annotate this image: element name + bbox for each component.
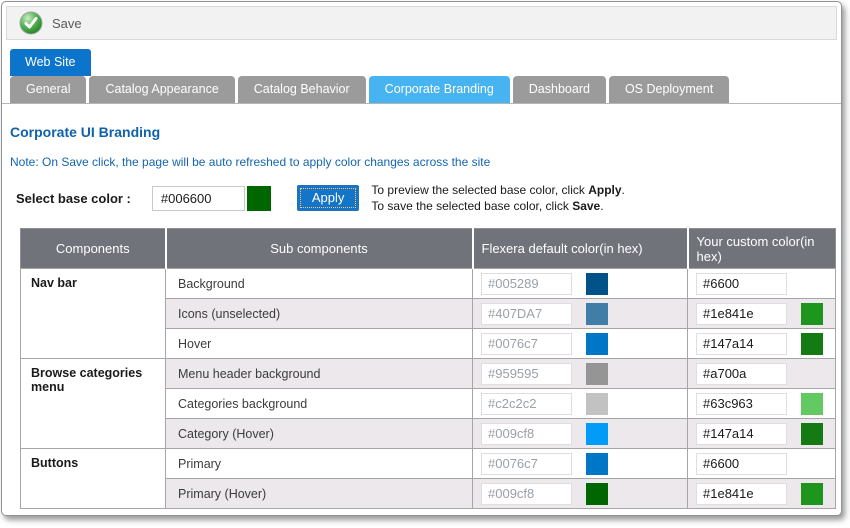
- custom-hex-input[interactable]: [696, 423, 787, 445]
- custom-hex-input[interactable]: [696, 453, 787, 475]
- subcomponent-cell: Icons (unselected): [166, 299, 473, 329]
- save-button[interactable]: Save: [19, 11, 82, 35]
- color-swatch: [586, 363, 608, 385]
- custom-color-cell: [688, 449, 836, 479]
- table-row: Browse categories menuMenu header backgr…: [21, 359, 836, 389]
- default-color-cell: [473, 479, 688, 509]
- page-title: Corporate UI Branding: [10, 124, 833, 140]
- help-line-2: To save the selected base color, click S…: [371, 198, 624, 214]
- branding-table: ComponentsSub componentsFlexera default …: [20, 228, 836, 509]
- custom-color-cell: [688, 299, 836, 329]
- color-swatch[interactable]: [801, 423, 823, 445]
- save-label: Save: [52, 16, 82, 31]
- tab-corporate-branding[interactable]: Corporate Branding: [369, 76, 510, 103]
- custom-hex-input[interactable]: [696, 393, 787, 415]
- tab-os-deployment[interactable]: OS Deployment: [609, 76, 729, 103]
- custom-hex-input[interactable]: [696, 363, 787, 385]
- table-body: Nav barBackgroundIcons (unselected)Hover…: [21, 269, 836, 509]
- subcomponent-cell: Primary (Hover): [166, 479, 473, 509]
- color-swatch[interactable]: [801, 483, 823, 505]
- table-row: ButtonsPrimary: [21, 449, 836, 479]
- corporate-branding-panel: Corporate UI Branding Note: On Save clic…: [2, 124, 841, 509]
- base-color-input[interactable]: [152, 186, 245, 211]
- default-color-cell: [473, 389, 688, 419]
- tab-bar: GeneralCatalog AppearanceCatalog Behavio…: [10, 76, 841, 103]
- default-color-cell: [473, 419, 688, 449]
- custom-color-cell: [688, 419, 836, 449]
- tab-general[interactable]: General: [10, 76, 86, 103]
- component-cell: Nav bar: [21, 269, 166, 359]
- component-cell: Browse categories menu: [21, 359, 166, 449]
- tab-bar-underline: GeneralCatalog AppearanceCatalog Behavio…: [2, 76, 841, 104]
- custom-hex-input[interactable]: [696, 483, 787, 505]
- color-swatch: [586, 273, 608, 295]
- default-color-cell: [473, 299, 688, 329]
- color-swatch: [586, 483, 608, 505]
- table-header-row: ComponentsSub componentsFlexera default …: [21, 229, 836, 269]
- default-hex-input: [481, 453, 572, 475]
- custom-color-cell: [688, 269, 836, 299]
- default-color-cell: [473, 269, 688, 299]
- color-swatch: [586, 453, 608, 475]
- color-swatch: [586, 333, 608, 355]
- settings-window: Save Web Site GeneralCatalog AppearanceC…: [1, 1, 842, 516]
- column-header: Flexera default color(in hex): [473, 229, 688, 269]
- default-hex-input: [481, 483, 572, 505]
- column-header: Components: [21, 229, 166, 269]
- base-color-row: Select base color : Apply To preview the…: [10, 182, 833, 214]
- base-color-swatch[interactable]: [247, 186, 271, 211]
- default-color-cell: [473, 329, 688, 359]
- default-hex-input: [481, 363, 572, 385]
- default-color-cell: [473, 359, 688, 389]
- apply-button[interactable]: Apply: [297, 185, 360, 211]
- default-hex-input: [481, 423, 572, 445]
- default-color-cell: [473, 449, 688, 479]
- custom-color-cell: [688, 329, 836, 359]
- custom-hex-input[interactable]: [696, 333, 787, 355]
- help-text: To preview the selected base color, clic…: [371, 182, 624, 214]
- tab-catalog-appearance[interactable]: Catalog Appearance: [89, 76, 234, 103]
- subcomponent-cell: Primary: [166, 449, 473, 479]
- tab-dashboard[interactable]: Dashboard: [513, 76, 606, 103]
- color-swatch: [586, 423, 608, 445]
- table-row: Nav barBackground: [21, 269, 836, 299]
- column-header: Your custom color(in hex): [688, 229, 836, 269]
- subcomponent-cell: Background: [166, 269, 473, 299]
- color-swatch[interactable]: [801, 303, 823, 325]
- custom-hex-input[interactable]: [696, 303, 787, 325]
- color-swatch[interactable]: [801, 393, 823, 415]
- save-check-icon: [19, 11, 43, 35]
- base-color-label: Select base color :: [16, 191, 131, 206]
- subcomponent-cell: Hover: [166, 329, 473, 359]
- color-swatch: [586, 303, 608, 325]
- default-hex-input: [481, 273, 572, 295]
- default-hex-input: [481, 303, 572, 325]
- tab-catalog-behavior[interactable]: Catalog Behavior: [238, 76, 366, 103]
- subcomponent-cell: Categories background: [166, 389, 473, 419]
- default-hex-input: [481, 393, 572, 415]
- tab-web-site[interactable]: Web Site: [10, 49, 91, 76]
- toolbar: Save: [6, 6, 837, 40]
- custom-color-cell: [688, 389, 836, 419]
- custom-color-cell: [688, 359, 836, 389]
- subcomponent-cell: Category (Hover): [166, 419, 473, 449]
- color-swatch: [586, 393, 608, 415]
- component-cell: Buttons: [21, 449, 166, 509]
- note-text: Note: On Save click, the page will be au…: [10, 155, 833, 169]
- default-hex-input: [481, 333, 572, 355]
- custom-color-cell: [688, 479, 836, 509]
- custom-hex-input[interactable]: [696, 273, 787, 295]
- help-line-1: To preview the selected base color, clic…: [371, 182, 624, 198]
- color-swatch[interactable]: [801, 333, 823, 355]
- column-header: Sub components: [166, 229, 473, 269]
- subcomponent-cell: Menu header background: [166, 359, 473, 389]
